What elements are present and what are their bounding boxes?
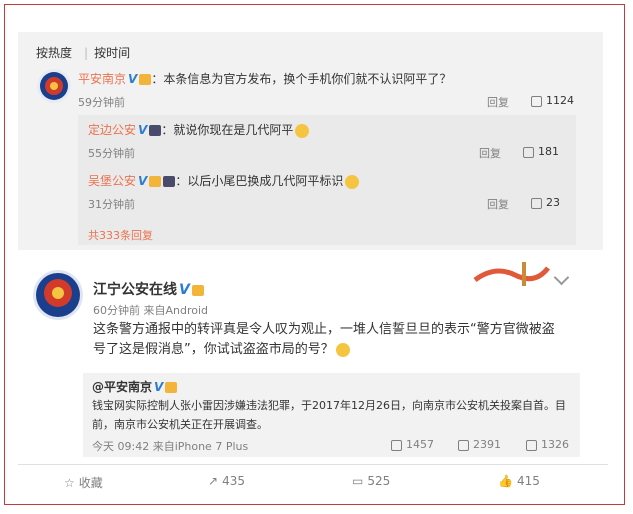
post-text: 这条警方通报中的转评真是令人叹为观止，一堆人信誓旦旦的表示“警方官微被盗号了这是… [93,322,555,357]
reply-line: 吴堡公安 V ：以后小尾巴换成几代阿平标识 [88,172,360,189]
sort-tabs: 按热度 | 按时间 [36,46,131,60]
like-button[interactable]: 1124 [531,94,574,107]
thumb-up-icon [523,146,534,158]
verified-icon: V [138,174,148,188]
decoration-banner-icon [470,260,550,290]
police-emblem-icon [36,273,80,317]
comment-line: 平安南京 V ：本条信息为官方发布，换个手机你们就不认识阿平了？ [78,70,451,87]
emoji-icon [345,174,360,189]
repost-comment-button[interactable]: 2391 [458,438,501,451]
reply-text: ：以后小尾巴换成几代阿平标识 [175,174,344,188]
thumb-up-icon [526,439,537,451]
emoji-icon [335,342,350,357]
tab-time[interactable]: 按时间 [94,46,130,60]
post-author[interactable]: 江宁公安在线 V [93,279,204,299]
like-count: 23 [546,196,560,209]
comment-text: ：本条信息为官方发布，换个手机你们就不认识阿平了？ [151,72,452,86]
repost-button[interactable]: ↗ 435 [208,474,245,488]
repost-text: 钱宝网实际控制人张小雷因涉嫌违法犯罪，于2017年12月26日，向南京市公安机关… [92,399,566,431]
emoji-icon [295,123,310,138]
avatar[interactable] [37,69,71,103]
repost-forward-button[interactable]: 1457 [391,438,434,451]
thumb-up-icon: 👍 [498,474,513,488]
forward-icon [391,439,402,451]
medal-icon [163,176,176,187]
verified-icon: V [154,380,164,394]
medal-icon [165,382,178,393]
divider [18,464,608,465]
star-icon: ☆ [64,476,75,490]
police-emblem-icon [40,72,68,100]
thumb-up-icon [531,95,542,107]
like-button[interactable]: 23 [531,196,560,209]
post-meta: 60分钟前 来自Android [93,304,209,317]
comment-icon: ▭ [352,474,364,488]
reply-button[interactable]: 回复 [487,94,509,110]
reply-text: ：就说你现在是几代阿平 [161,123,294,137]
medal-icon [139,74,152,85]
repost-like-button[interactable]: 1326 [526,438,569,451]
reply-button[interactable]: 回复 [487,196,509,212]
comment-button[interactable]: ▭ 525 [352,474,390,488]
reply-author[interactable]: 吴堡公安 [88,174,136,188]
reply-line: 定边公安 V ：就说你现在是几代阿平 [88,121,310,138]
reply-author[interactable]: 定边公安 [88,123,136,137]
medal-icon [149,176,162,187]
tab-hot[interactable]: 按热度 [36,46,72,60]
verified-icon: V [179,282,190,298]
like-button[interactable]: 👍 415 [498,474,540,488]
post-avatar[interactable] [33,270,83,320]
reply-time: 31分钟前 [88,198,135,211]
reply-time: 55分钟前 [88,147,135,160]
comment-time: 59分钟前 [78,96,125,109]
medal-icon [191,284,204,296]
like-button[interactable]: 181 [523,145,559,158]
medal-icon [149,125,162,136]
reply-button[interactable]: 回复 [479,145,501,161]
repost-author[interactable]: @平安南京 V [92,378,178,395]
more-replies-link[interactable]: 共333条回复 [88,227,153,243]
thumb-up-icon [531,197,542,209]
like-count: 1124 [546,94,574,107]
like-count: 181 [538,145,559,158]
comment-icon [458,439,469,451]
favorite-button[interactable]: ☆ 收藏 [64,474,103,491]
verified-icon: V [128,72,138,86]
comment-author[interactable]: 平安南京 [78,72,126,86]
repost-meta: 今天 09:42 来自iPhone 7 Plus [92,440,249,453]
forward-icon: ↗ [208,474,219,488]
verified-icon: V [138,123,148,137]
